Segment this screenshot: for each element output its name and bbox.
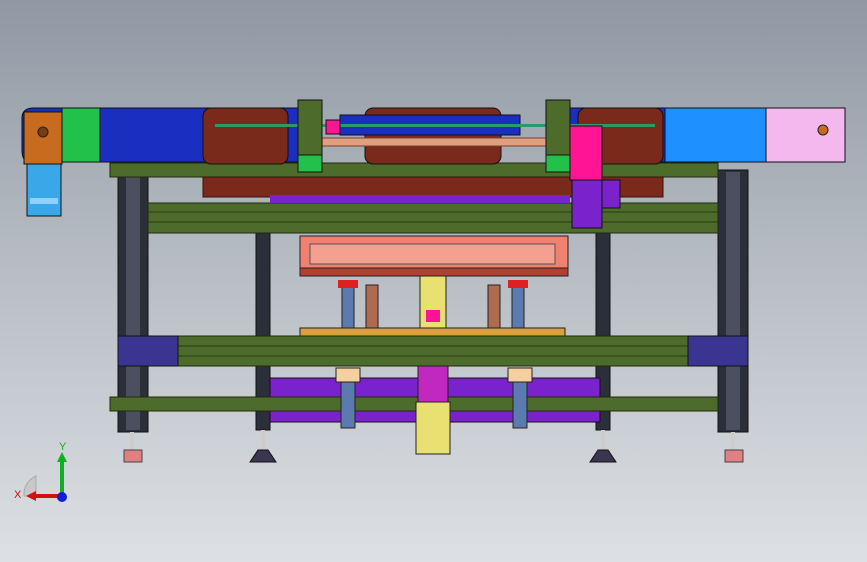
cad-viewport[interactable]: Y X — [0, 0, 867, 562]
belt-right-pink-end — [765, 107, 846, 163]
assembly-model[interactable] — [0, 0, 867, 562]
belt-left-green-block — [61, 107, 101, 163]
left-outer-leg-slot — [126, 172, 140, 430]
drive-motor — [571, 179, 603, 229]
left-motor-body — [26, 163, 62, 217]
y-axis-label: Y — [59, 441, 67, 453]
z-axis-icon — [57, 492, 67, 502]
guide-post-right-2 — [511, 284, 525, 331]
guide-post-right-1 — [487, 284, 501, 331]
guide-post-left-1 — [341, 284, 355, 331]
purple-strip — [270, 195, 570, 203]
right-outer-leg-slot — [726, 172, 740, 430]
belt-left-orange-motor — [23, 111, 63, 165]
guide-post-left-2 — [365, 284, 379, 331]
main-cylinder — [415, 401, 451, 455]
corner-bracket-right — [687, 335, 749, 367]
magenta-clamp — [325, 119, 341, 135]
corner-bracket-left — [117, 335, 179, 367]
belt-left-brown-plate — [202, 107, 289, 165]
drive-gearbox — [569, 125, 603, 181]
main-cylinder-top — [417, 365, 449, 403]
center-spindle — [419, 275, 447, 332]
mid-cross-rail — [117, 335, 749, 367]
copper-shaft — [299, 137, 566, 147]
x-axis-label: X — [14, 489, 22, 501]
top-cross-rail — [109, 162, 719, 178]
lower-cross-rail — [109, 396, 719, 412]
axis-triad: Y X — [14, 441, 67, 502]
upper-cross-rail — [147, 202, 719, 234]
press-table — [299, 327, 566, 337]
